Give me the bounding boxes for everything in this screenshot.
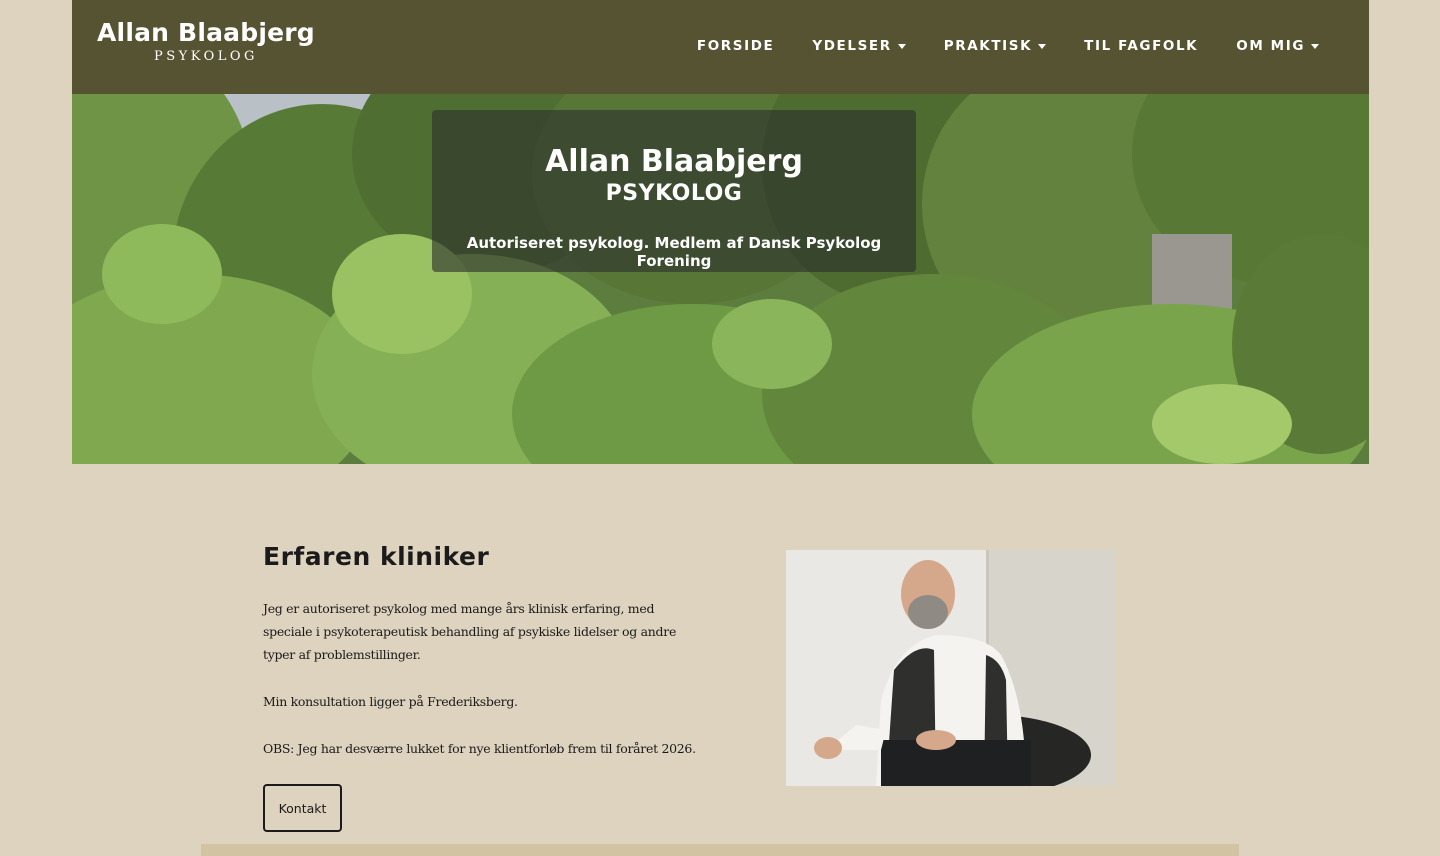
intro-section: Erfaren kliniker Jeg er autoriseret psyk… — [263, 542, 703, 760]
hero-tagline: Autoriseret psykolog. Medlem af Dansk Ps… — [466, 234, 882, 270]
caret-down-icon — [1311, 43, 1319, 49]
hero-subtitle: PSYKOLOG — [605, 181, 743, 206]
logo-subtitle[interactable]: PSYKOLOG — [97, 49, 315, 64]
nav-label: YDELSER — [812, 38, 892, 54]
contact-button[interactable]: Kontakt — [263, 784, 342, 832]
nav-label: OM MIG — [1236, 38, 1305, 54]
hero-title: Allan Blaabjerg — [545, 144, 803, 179]
nav-label: PRAKTISK — [943, 38, 1033, 54]
intro-heading: Erfaren kliniker — [263, 542, 490, 571]
main-nav: FORSIDE YDELSER PRAKTISK TIL FAGFOLK OM … — [697, 38, 1319, 54]
nav-item-ydelser[interactable]: YDELSER — [812, 38, 906, 54]
hero-title-box: Allan Blaabjerg PSYKOLOG Autoriseret psy… — [432, 110, 916, 272]
portrait-photo — [786, 550, 1116, 786]
intro-paragraph: OBS: Jeg har desværre lukket for nye kli… — [263, 741, 696, 756]
intro-paragraph: Jeg er autoriseret psykolog med mange år… — [263, 601, 677, 662]
caret-down-icon — [897, 43, 906, 49]
section-divider-band — [201, 844, 1239, 856]
nav-item-praktisk[interactable]: PRAKTISK — [943, 38, 1047, 54]
hero-banner: Allan Blaabjerg PSYKOLOG Autoriseret psy… — [72, 94, 1369, 464]
nav-label: FORSIDE — [696, 38, 775, 54]
nav-item-til-fagfolk[interactable]: TIL FAGFOLK — [1084, 38, 1198, 54]
nav-label: TIL FAGFOLK — [1084, 38, 1199, 54]
portrait-image — [786, 550, 1116, 786]
nav-item-om-mig[interactable]: OM MIG — [1236, 38, 1319, 54]
site-header: Allan Blaabjerg PSYKOLOG FORSIDE YDELSER… — [72, 0, 1369, 94]
nav-item-forside[interactable]: FORSIDE — [697, 38, 774, 54]
intro-paragraph: Min konsultation ligger på Frederiksberg… — [263, 694, 518, 709]
site-logo[interactable]: Allan Blaabjerg PSYKOLOG — [97, 18, 315, 64]
logo-name[interactable]: Allan Blaabjerg — [97, 18, 315, 47]
caret-down-icon — [1038, 43, 1047, 49]
